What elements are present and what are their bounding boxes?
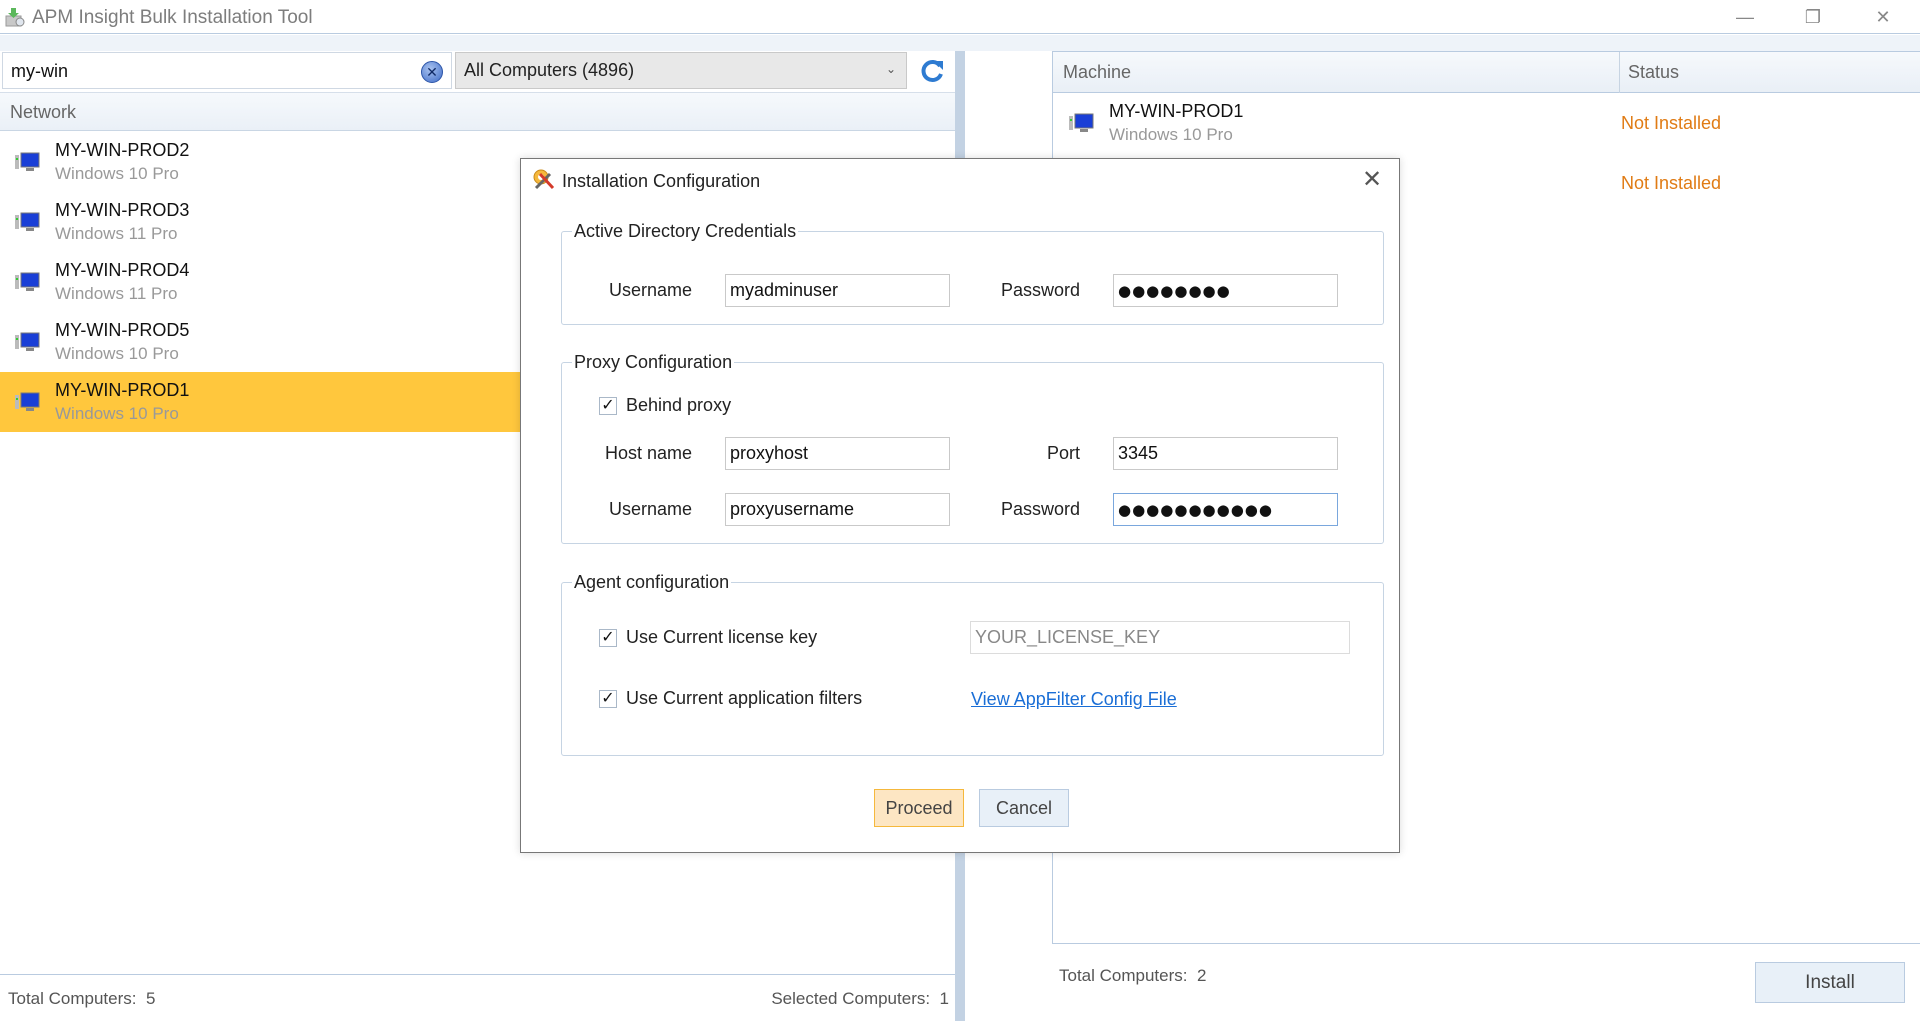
computer-icon	[15, 152, 40, 171]
ad-username-input[interactable]	[725, 274, 950, 307]
computer-name: MY-WIN-PROD3	[55, 200, 190, 220]
right-status-bar: Total Computers: 2 Install	[965, 944, 1920, 1021]
dialog-close-button[interactable]: ✕	[1357, 165, 1387, 195]
proxy-password-input[interactable]	[1113, 493, 1338, 526]
computer-scope-dropdown[interactable]: All Computers (4896) ⌄	[455, 52, 907, 89]
total-computers-label: Total Computers:	[8, 989, 137, 1008]
proxy-configuration-group: Proxy Configuration ✓ Behind proxy Host …	[561, 352, 1384, 544]
toolbar-strip	[0, 35, 1920, 51]
table-row[interactable]: MY-WIN-PROD1 Windows 10 Pro Not Installe…	[1053, 93, 1920, 153]
right-total-computers: Total Computers: 2	[1059, 966, 1206, 986]
cancel-button[interactable]: Cancel	[979, 789, 1069, 827]
search-input[interactable]	[11, 59, 411, 83]
behind-proxy-checkbox[interactable]: ✓	[599, 397, 617, 415]
ad-password-input[interactable]	[1113, 274, 1338, 307]
computer-os: Windows 10 Pro	[55, 344, 179, 363]
table-header: Machine Status	[1053, 52, 1920, 93]
proceed-button[interactable]: Proceed	[874, 789, 964, 827]
agent-legend: Agent configuration	[574, 572, 730, 592]
selected-computers-value: 1	[939, 989, 949, 1008]
close-icon: ✕	[1361, 166, 1383, 193]
proxy-username-label: Username	[608, 499, 692, 519]
selected-computers-label: Selected Computers:	[771, 989, 931, 1008]
refresh-button[interactable]	[912, 52, 952, 89]
restore-icon: ❐	[1804, 6, 1822, 27]
ad-credentials-legend: Active Directory Credentials	[574, 221, 797, 241]
close-icon: ✕	[1875, 6, 1891, 27]
computer-icon	[15, 332, 40, 351]
license-key-field[interactable]	[970, 621, 1350, 654]
use-app-filters-label: Use Current application filters	[626, 688, 863, 708]
total-computers: Total Computers: 5	[8, 989, 155, 1009]
proxy-port-label: Port	[1046, 443, 1080, 463]
tools-gear-icon	[533, 169, 555, 190]
right-total-label: Total Computers:	[1059, 966, 1188, 985]
total-computers-value: 5	[145, 989, 156, 1008]
computer-name: MY-WIN-PROD2	[55, 140, 190, 160]
selected-computers: Selected Computers: 1	[771, 989, 949, 1009]
computer-icon	[15, 272, 40, 291]
use-license-key-checkbox[interactable]: ✓	[599, 629, 617, 647]
dialog-title: Installation Configuration	[562, 171, 761, 191]
network-list-header: Network	[0, 92, 955, 131]
computer-os: Windows 10 Pro	[55, 404, 179, 423]
proxy-host-label: Host name	[604, 443, 692, 463]
agent-configuration-group: Agent configuration ✓ Use Current licens…	[561, 572, 1384, 756]
machine-os: Windows 10 Pro	[1109, 125, 1233, 144]
search-box: ✕	[2, 52, 452, 89]
scope-selected-value: All Computers (4896)	[464, 60, 635, 80]
right-total-value: 2	[1196, 966, 1207, 985]
install-button[interactable]: Install	[1755, 962, 1905, 1003]
proxy-username-input[interactable]	[725, 493, 950, 526]
proxy-password-label: Password	[1000, 499, 1080, 519]
title-bar: APM Insight Bulk Installation Tool — ❐ ✕	[0, 0, 1920, 34]
view-appfilter-config-link[interactable]: View AppFilter Config File	[971, 689, 1177, 710]
computer-icon	[1069, 113, 1094, 132]
minimize-button[interactable]: —	[1710, 0, 1780, 34]
machine-name: MY-WIN-PROD1	[1109, 101, 1244, 121]
computer-name: MY-WIN-PROD1	[55, 380, 190, 400]
computer-icon	[15, 212, 40, 231]
close-window-button[interactable]: ✕	[1848, 0, 1918, 34]
use-app-filters-checkbox[interactable]: ✓	[599, 690, 617, 708]
minimize-icon: —	[1736, 6, 1754, 27]
column-header-machine[interactable]: Machine	[1063, 62, 1131, 83]
column-divider[interactable]	[1619, 52, 1620, 93]
computer-name: MY-WIN-PROD4	[55, 260, 190, 280]
column-header-status[interactable]: Status	[1628, 62, 1679, 83]
status-badge: Not Installed	[1621, 173, 1722, 193]
installation-configuration-dialog: Installation Configuration ✕ Active Dire…	[520, 158, 1400, 853]
clear-search-icon[interactable]: ✕	[421, 61, 443, 83]
window-title: APM Insight Bulk Installation Tool	[32, 7, 313, 28]
restore-button[interactable]: ❐	[1778, 0, 1848, 34]
computer-icon	[15, 392, 40, 411]
use-license-key-label: Use Current license key	[626, 627, 818, 647]
chevron-down-icon: ⌄	[885, 62, 896, 76]
computer-os: Windows 11 Pro	[55, 224, 178, 243]
proxy-port-input[interactable]	[1113, 437, 1338, 470]
ad-username-label: Username	[608, 280, 692, 300]
ad-credentials-group: Active Directory Credentials Username Pa…	[561, 221, 1384, 325]
app-installer-icon	[5, 8, 25, 27]
proxy-host-input[interactable]	[725, 437, 950, 470]
behind-proxy-label: Behind proxy	[626, 395, 732, 415]
computer-name: MY-WIN-PROD5	[55, 320, 190, 340]
status-badge: Not Installed	[1621, 113, 1722, 133]
refresh-icon	[921, 59, 943, 82]
ad-password-label: Password	[1000, 280, 1080, 300]
computer-os: Windows 10 Pro	[55, 164, 179, 183]
proxy-legend: Proxy Configuration	[574, 352, 733, 372]
computer-os: Windows 11 Pro	[55, 284, 178, 303]
left-status-bar: Total Computers: 5 Selected Computers: 1	[0, 974, 955, 1021]
